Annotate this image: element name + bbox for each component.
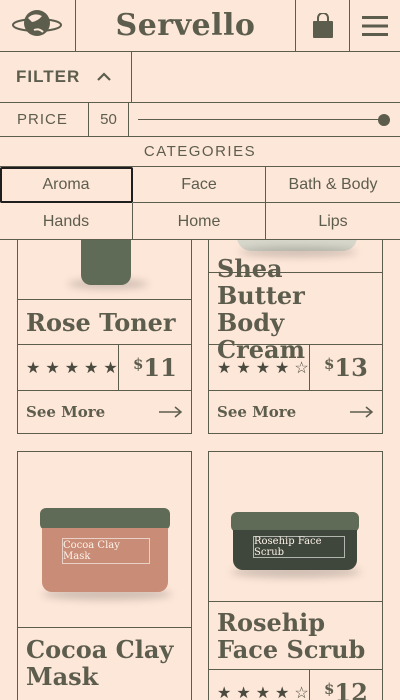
brand-title[interactable]: Servello [116,8,256,43]
star-filled-icon: ★ [84,359,99,377]
see-more-link[interactable]: See More [209,391,382,433]
hamburger-menu-icon [362,15,388,36]
price-filter: PRICE 50 [0,103,400,137]
categories-title: CATEGORIES [0,137,400,167]
category-lips[interactable]: Lips [266,203,400,240]
arrow-right-icon [159,406,183,418]
category-grid: Aroma Face Bath & Body Hands Home Lips [0,167,400,240]
star-rating: ★ ★ ★ ★ ☆ [209,670,310,700]
product-name[interactable]: Shea Butter Body Cream [209,255,382,363]
product-card-rosehip-scrub[interactable]: Rosehip Face Scrub Rosehip Face Scrub ★ … [208,451,383,700]
cart-button[interactable] [295,0,349,51]
product-card-rose-toner[interactable]: Rose Toner ★ ★ ★ ★ ★ $11 See More [17,240,192,434]
chevron-up-icon [97,72,112,81]
category-face[interactable]: Face [133,167,266,203]
filter-label: FILTER [16,67,81,86]
product-name[interactable]: Rose Toner [18,300,191,345]
see-more-label: See More [26,403,106,421]
price-slider[interactable] [129,103,400,136]
category-home[interactable]: Home [133,203,266,240]
slider-track[interactable] [138,119,384,120]
star-filled-icon: ★ [236,684,251,700]
star-filled-icon: ★ [275,684,290,700]
see-more-label: See More [217,403,297,421]
jar-label: Cocoa Clay Mask [62,538,150,564]
logo[interactable] [0,0,76,51]
menu-button[interactable] [349,0,400,51]
see-more-link[interactable]: See More [18,391,191,433]
star-filled-icon: ★ [103,359,118,377]
product-name[interactable]: Rosehip Face Scrub [209,602,382,670]
star-rating: ★ ★ ★ ★ ☆ [209,345,310,390]
star-filled-icon: ★ [255,684,271,700]
rating-row: ★ ★ ★ ★ ★ $11 [18,345,191,391]
rating-row: ★ ★ ★ ★ ☆ $13 [209,345,382,391]
category-aroma[interactable]: Aroma [0,167,133,203]
product-image[interactable]: Rosehip Face Scrub [209,452,382,602]
shopping-bag-icon [312,12,333,38]
product-name[interactable]: Cocoa Clay Mask [18,628,191,698]
product-card-shea-butter[interactable]: Shea Butter Body Cream ★ ★ ★ ★ ☆ $13 See… [208,240,383,434]
star-filled-icon: ★ [217,359,232,377]
star-rating: ★ ★ ★ ★ ★ [18,345,119,390]
arrow-right-icon [350,406,374,418]
price-label: PRICE [0,103,89,136]
brand-cell: Servello [76,0,295,51]
filter-row: FILTER [0,52,400,103]
category-hands[interactable]: Hands [0,203,133,240]
slider-thumb[interactable] [378,114,390,126]
star-empty-icon: ☆ [294,684,309,700]
star-filled-icon: ★ [236,359,251,377]
product-price: $12 [323,678,368,700]
category-bath-body[interactable]: Bath & Body [266,167,400,203]
star-filled-icon: ★ [26,359,41,377]
star-filled-icon: ★ [45,359,60,377]
star-filled-icon: ★ [275,359,290,377]
filter-toggle[interactable]: FILTER [0,52,132,102]
product-card-cocoa-clay-mask[interactable]: Cocoa Clay Mask Cocoa Clay Mask [17,451,192,700]
product-image[interactable] [18,240,191,300]
product-image[interactable]: Cocoa Clay Mask [18,452,191,628]
star-filled-icon: ★ [255,359,271,377]
product-grid: Rose Toner ★ ★ ★ ★ ★ $11 See More Shea B… [0,240,400,700]
rating-row: ★ ★ ★ ★ ☆ $12 [209,670,382,700]
star-empty-icon: ☆ [294,359,309,377]
product-price: $11 [132,353,177,382]
star-filled-icon: ★ [64,359,80,377]
product-price: $13 [323,353,368,382]
globe-leaf-logo-icon [12,10,62,36]
price-value: 50 [89,103,129,136]
header: Servello [0,0,400,52]
star-filled-icon: ★ [217,684,232,700]
jar-label: Rosehip Face Scrub [253,536,345,558]
